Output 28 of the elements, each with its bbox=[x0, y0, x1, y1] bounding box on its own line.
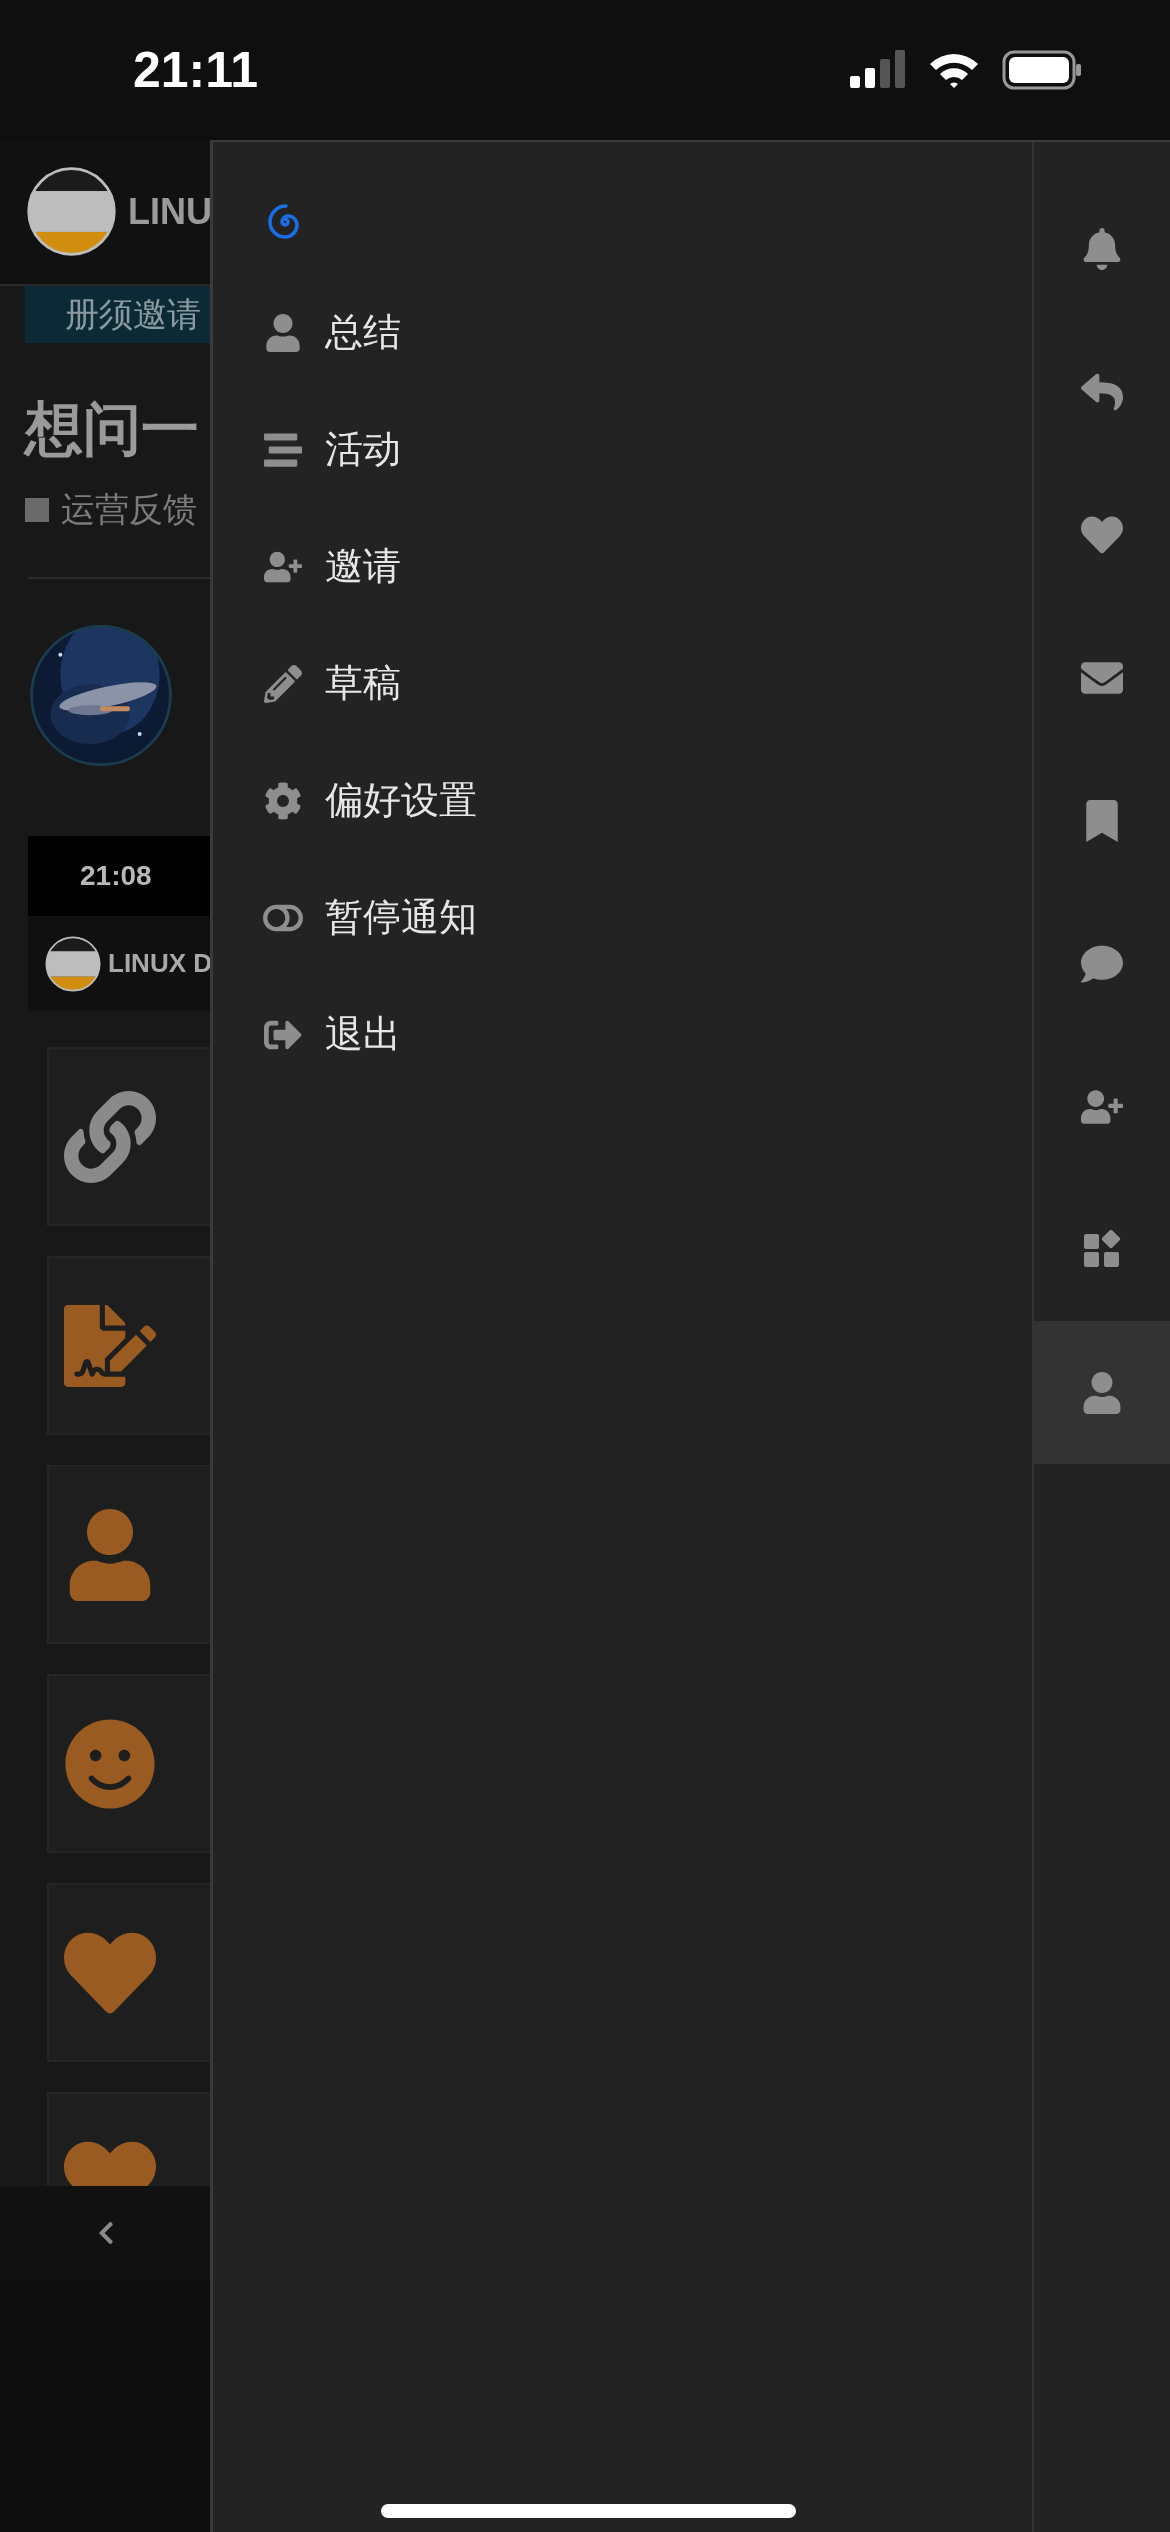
screenshot-site-name: LINUX D bbox=[108, 948, 212, 980]
link-icon bbox=[63, 1090, 156, 1183]
bars-icon bbox=[264, 430, 302, 469]
menu-item[interactable]: 草稿 bbox=[263, 625, 1032, 742]
menu-item[interactable]: 退出 bbox=[263, 976, 1032, 1093]
user-icon bbox=[1081, 1371, 1123, 1414]
wifi-icon bbox=[928, 51, 980, 89]
clock-time: 21:11 bbox=[133, 41, 259, 99]
user-icon bbox=[264, 313, 302, 352]
menu-item[interactable]: 暂停通知 bbox=[263, 859, 1032, 976]
category-label[interactable]: 运营反馈 bbox=[61, 487, 197, 534]
menu-item[interactable]: 邀请 bbox=[263, 508, 1032, 625]
menu-item[interactable]: 活动 bbox=[263, 391, 1032, 508]
site-name: LINU bbox=[128, 190, 212, 233]
pencil-icon bbox=[264, 664, 302, 703]
quick-tab[interactable] bbox=[1034, 1321, 1170, 1464]
signal-icon bbox=[850, 50, 906, 90]
banner: 册须邀请 bbox=[25, 285, 212, 344]
settings-icon bbox=[264, 781, 302, 820]
screenshot-time: 21:08 bbox=[80, 860, 152, 893]
battery-icon bbox=[1002, 50, 1082, 90]
bell-icon bbox=[1081, 227, 1123, 270]
shapes-icon bbox=[1082, 1229, 1122, 1270]
category-square-icon bbox=[25, 498, 49, 523]
smiley-icon bbox=[63, 1717, 156, 1810]
topic-title: 想问一 bbox=[25, 394, 200, 466]
menu-item[interactable]: 总结 bbox=[263, 274, 1032, 391]
menu-item[interactable]: 偏好设置 bbox=[263, 742, 1032, 859]
